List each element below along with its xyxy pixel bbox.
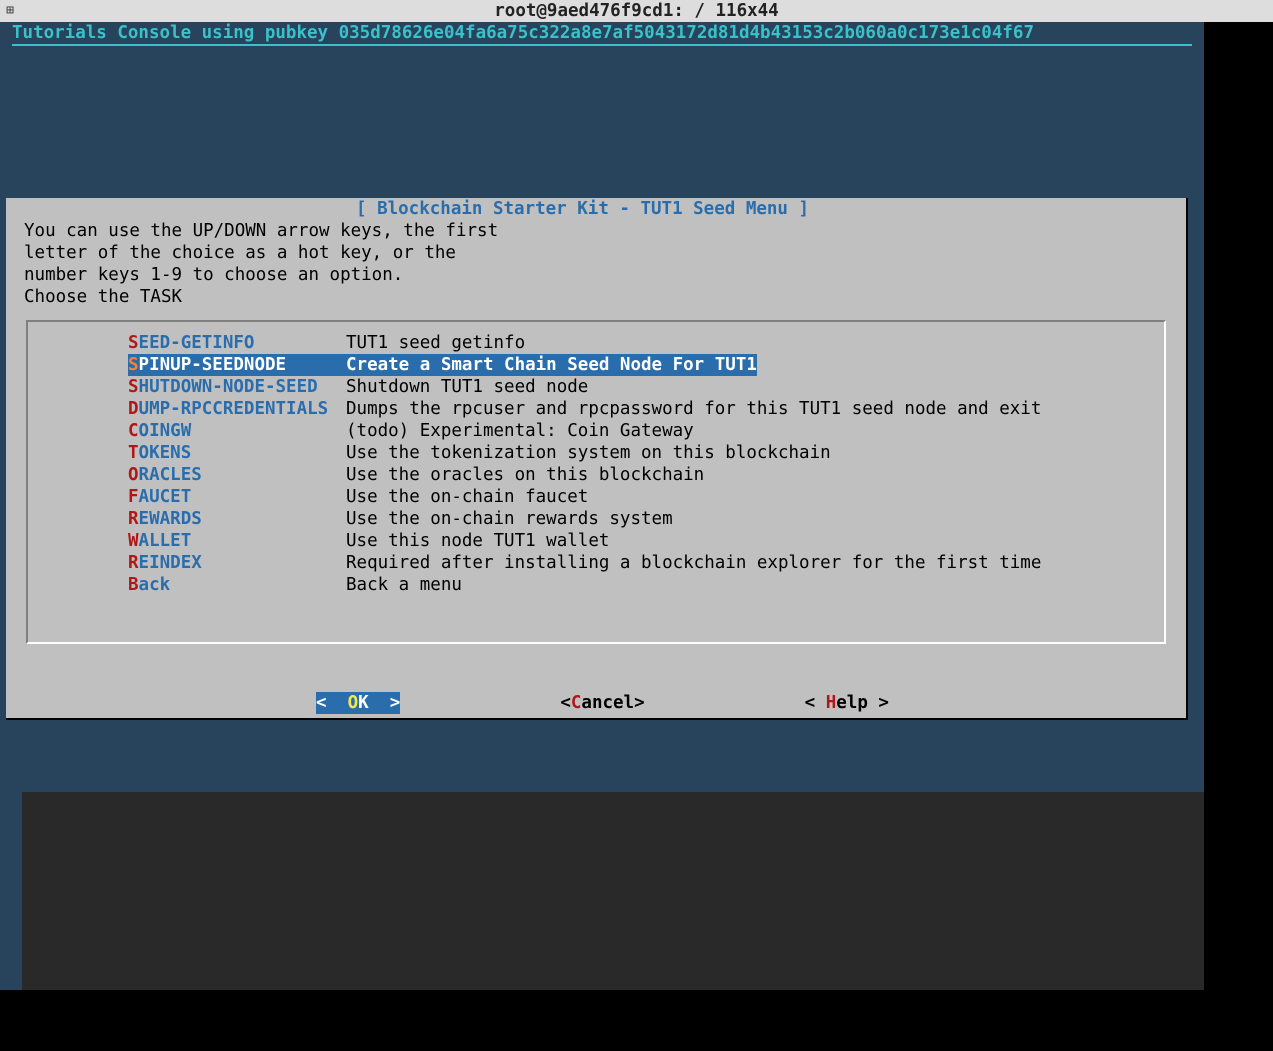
- help-button[interactable]: < Help >: [805, 692, 889, 714]
- dialog-instruction-line: Choose the TASK: [6, 286, 1186, 308]
- menu-item-wallet[interactable]: WALLET Use this node TUT1 wallet: [28, 530, 1164, 552]
- menu-item-tag: WALLET: [128, 530, 346, 552]
- menu-item-desc: Use the on-chain faucet: [346, 486, 588, 508]
- menu-item-tokens[interactable]: TOKENS Use the tokenization system on th…: [28, 442, 1164, 464]
- menu-item-tag: DUMP-RPCCREDENTIALS: [128, 398, 346, 420]
- menu-item-faucet[interactable]: FAUCET Use the on-chain faucet: [28, 486, 1164, 508]
- menu-item-desc: Use the oracles on this blockchain: [346, 464, 704, 486]
- menu-item-desc: Required after installing a blockchain e…: [346, 552, 1041, 574]
- menu-item-tag: FAUCET: [128, 486, 346, 508]
- menu-item-tag: SPINUP-SEEDNODE: [128, 354, 346, 376]
- menu-item-seed-getinfo[interactable]: SEED-GETINFO TUT1 seed getinfo: [28, 332, 1164, 354]
- menu-item-tag: ORACLES: [128, 464, 346, 486]
- menu-item-shutdown-node-seed[interactable]: SHUTDOWN-NODE-SEED Shutdown TUT1 seed no…: [28, 376, 1164, 398]
- menu-item-oracles[interactable]: ORACLES Use the oracles on this blockcha…: [28, 464, 1164, 486]
- dialog-title: [ Blockchain Starter Kit - TUT1 Seed Men…: [6, 198, 1186, 220]
- menu-item-tag: COINGW: [128, 420, 346, 442]
- menu-list[interactable]: SEED-GETINFO TUT1 seed getinfo SPINUP-SE…: [26, 320, 1166, 644]
- screen: ⊞ root@9aed476f9cd1: / 116x44 Tutorials …: [0, 0, 1273, 1051]
- menu-item-tag: SHUTDOWN-NODE-SEED: [128, 376, 346, 398]
- menu-item-tag: Back: [128, 574, 346, 596]
- menu-item-spinup-seednode[interactable]: SPINUP-SEEDNODE Create a Smart Chain See…: [28, 354, 1164, 376]
- window-title: root@9aed476f9cd1: / 116x44: [0, 0, 1273, 22]
- menu-item-tag: REWARDS: [128, 508, 346, 530]
- menu-item-desc: Back a menu: [346, 574, 462, 596]
- menu-item-desc: Dumps the rpcuser and rpcpassword for th…: [346, 398, 1041, 420]
- menu-item-desc: (todo) Experimental: Coin Gateway: [346, 420, 694, 442]
- menu-item-desc: Use the tokenization system on this bloc…: [346, 442, 831, 464]
- console-header-line: Tutorials Console using pubkey 035d78626…: [0, 22, 1204, 44]
- menu-item-rewards[interactable]: REWARDS Use the on-chain rewards system: [28, 508, 1164, 530]
- menu-item-desc: Use this node TUT1 wallet: [346, 530, 609, 552]
- menu-item-tag: TOKENS: [128, 442, 346, 464]
- menu-item-coingw[interactable]: COINGW (todo) Experimental: Coin Gateway: [28, 420, 1164, 442]
- ok-button[interactable]: < OK >: [316, 692, 400, 714]
- menu-item-desc: Use the on-chain rewards system: [346, 508, 673, 530]
- dialog-box: [ Blockchain Starter Kit - TUT1 Seed Men…: [6, 198, 1188, 720]
- dialog-instruction-line: letter of the choice as a hot key, or th…: [6, 242, 1186, 264]
- menu-item-desc: Create a Smart Chain Seed Node For TUT1: [346, 354, 757, 376]
- menu-item-tag: REINDEX: [128, 552, 346, 574]
- window-titlebar: ⊞ root@9aed476f9cd1: / 116x44: [0, 0, 1273, 22]
- terminal-bottom-area: [22, 792, 1204, 990]
- menu-item-reindex[interactable]: REINDEX Required after installing a bloc…: [28, 552, 1164, 574]
- cancel-button[interactable]: <Cancel>: [560, 692, 644, 714]
- dialog-instruction-line: You can use the UP/DOWN arrow keys, the …: [6, 220, 1186, 242]
- dialog-button-row: < OK > <Cancel> < Help >: [6, 692, 1186, 714]
- menu-item-desc: TUT1 seed getinfo: [346, 332, 525, 354]
- terminal-area: Tutorials Console using pubkey 035d78626…: [0, 22, 1204, 990]
- menu-item-dump-rpccredentials[interactable]: DUMP-RPCCREDENTIALS Dumps the rpcuser an…: [28, 398, 1164, 420]
- menu-item-desc: Shutdown TUT1 seed node: [346, 376, 588, 398]
- menu-item-tag: SEED-GETINFO: [128, 332, 346, 354]
- dialog-instruction-line: number keys 1-9 to choose an option.: [6, 264, 1186, 286]
- console-header-rule: [12, 44, 1192, 46]
- menu-item-back[interactable]: Back Back a menu: [28, 574, 1164, 596]
